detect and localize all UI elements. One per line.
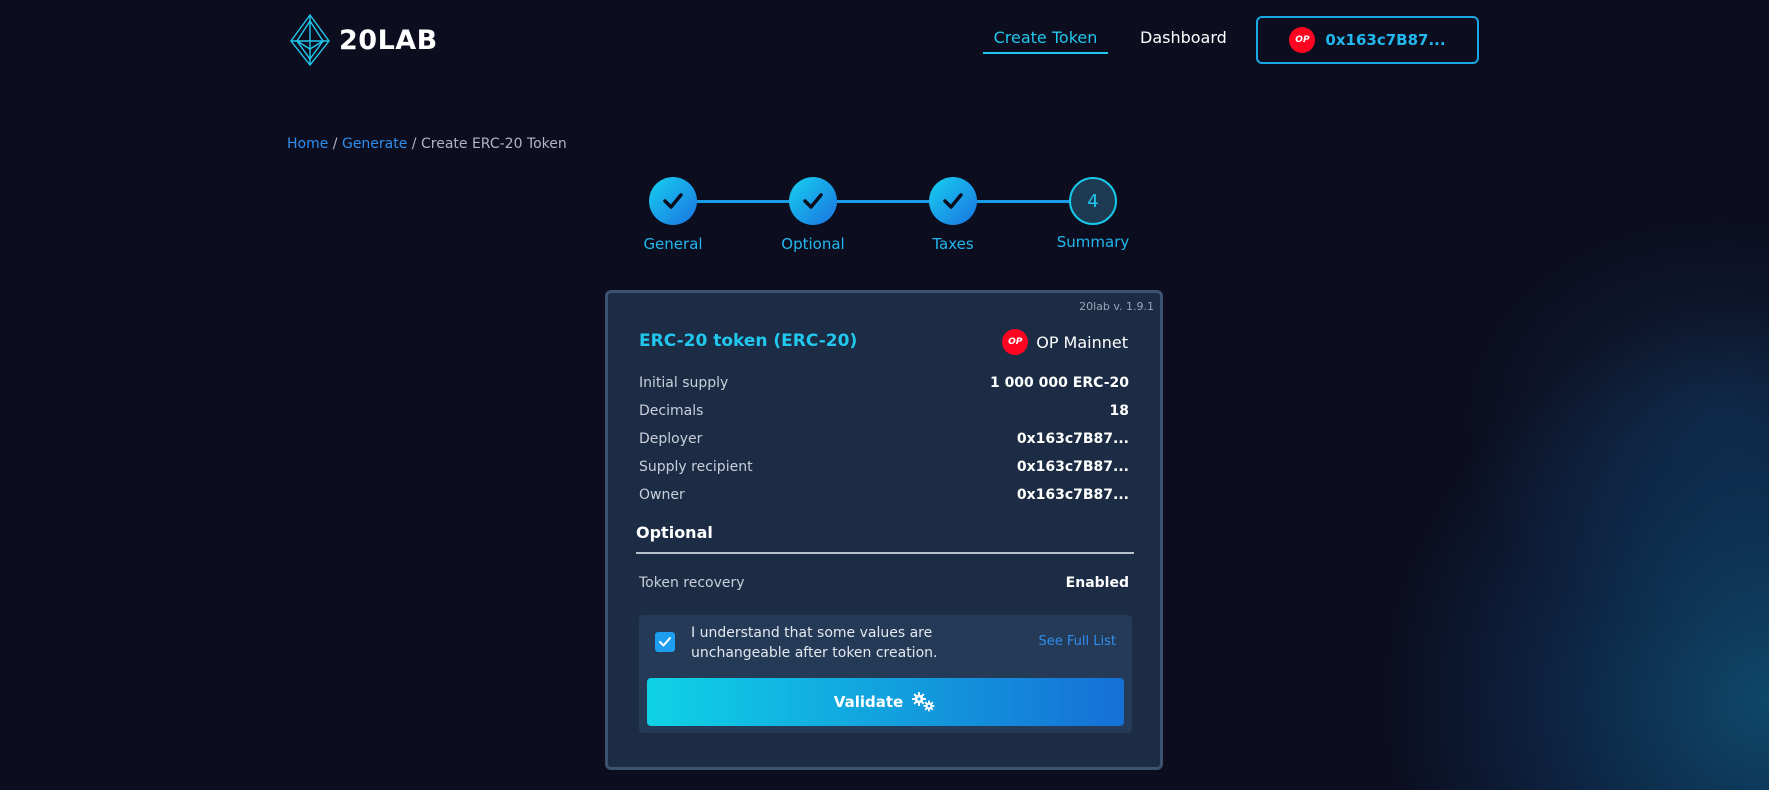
step-summary[interactable]: 4 Summary [1033,177,1153,251]
op-network-icon: OP [1002,329,1029,355]
optional-section-title: Optional [636,523,713,542]
row-label: Supply recipient [639,459,753,475]
row-value: 0x163c7B87... [1016,487,1129,503]
breadcrumb-current: Create ERC-20 Token [420,136,567,152]
check-icon [929,177,977,225]
row-label: Initial supply [639,375,729,391]
nav-create-token[interactable]: Create Token [983,28,1108,54]
consent-text: I understand that some values are unchan… [691,625,938,661]
validate-label: Validate [833,693,904,711]
divider [636,552,1134,554]
summary-row-decimals: Decimals 18 [639,403,1129,419]
step-taxes[interactable]: Taxes [893,177,1013,253]
check-icon [789,177,837,225]
version-label: 20lab v. 1.9.1 [1079,300,1154,313]
wallet-address: 0x163c7B87... [1325,31,1446,49]
nav-dashboard[interactable]: Dashboard [1140,28,1227,47]
row-label: Token recovery [639,575,745,591]
check-icon [649,177,697,225]
row-label: Owner [639,487,685,503]
row-value: 0x163c7B87... [1016,431,1129,447]
breadcrumb-separator: / [407,136,421,152]
step-label: Optional [781,235,845,253]
summary-row-deployer: Deployer 0x163c7B87... [639,431,1129,447]
breadcrumb: Home / Generate / Create ERC-20 Token [287,136,567,152]
row-value: 0x163c7B87... [1016,459,1129,475]
summary-row-initial-supply: Initial supply 1 000 000 ERC-20 [639,375,1129,391]
logo-text: 20LAB [339,24,438,56]
row-label: Decimals [639,403,704,419]
consent-checkbox[interactable] [655,632,675,652]
network-indicator: OP OP Mainnet [1002,329,1128,355]
progress-stepper: General Optional Taxes 4 Summary [640,177,1130,257]
breadcrumb-generate[interactable]: Generate [342,136,407,152]
summary-row-token-recovery: Token recovery Enabled [639,575,1129,591]
row-value: 18 [1109,403,1129,419]
gears-icon [912,692,935,712]
op-network-icon: OP [1289,27,1316,53]
validate-button[interactable]: Validate [647,678,1124,726]
step-number: 4 [1069,177,1117,225]
network-name: OP Mainnet [1036,332,1128,352]
step-label: General [643,235,703,253]
row-value: Enabled [1065,575,1129,591]
step-label: Taxes [932,235,974,253]
token-title: ERC-20 token (ERC-20) [639,331,858,351]
checkmark-icon [659,637,671,647]
summary-card: 20lab v. 1.9.1 ERC-20 token (ERC-20) OP … [605,290,1163,770]
logo[interactable]: 20LAB [287,13,438,67]
summary-row-supply-recipient: Supply recipient 0x163c7B87... [639,459,1129,475]
step-label: Summary [1056,233,1130,251]
breadcrumb-home[interactable]: Home [287,136,328,152]
see-full-list-link[interactable]: See Full List [1039,634,1116,649]
consent-panel: I understand that some values are unchan… [639,615,1132,733]
row-value: 1 000 000 ERC-20 [989,375,1129,391]
row-label: Deployer [639,431,703,447]
summary-row-owner: Owner 0x163c7B87... [639,487,1129,503]
wallet-button[interactable]: OP 0x163c7B87... [1256,16,1479,64]
step-general[interactable]: General [613,177,733,253]
breadcrumb-separator: / [328,136,342,152]
step-optional[interactable]: Optional [753,177,873,253]
logo-diamond-icon [290,13,330,67]
